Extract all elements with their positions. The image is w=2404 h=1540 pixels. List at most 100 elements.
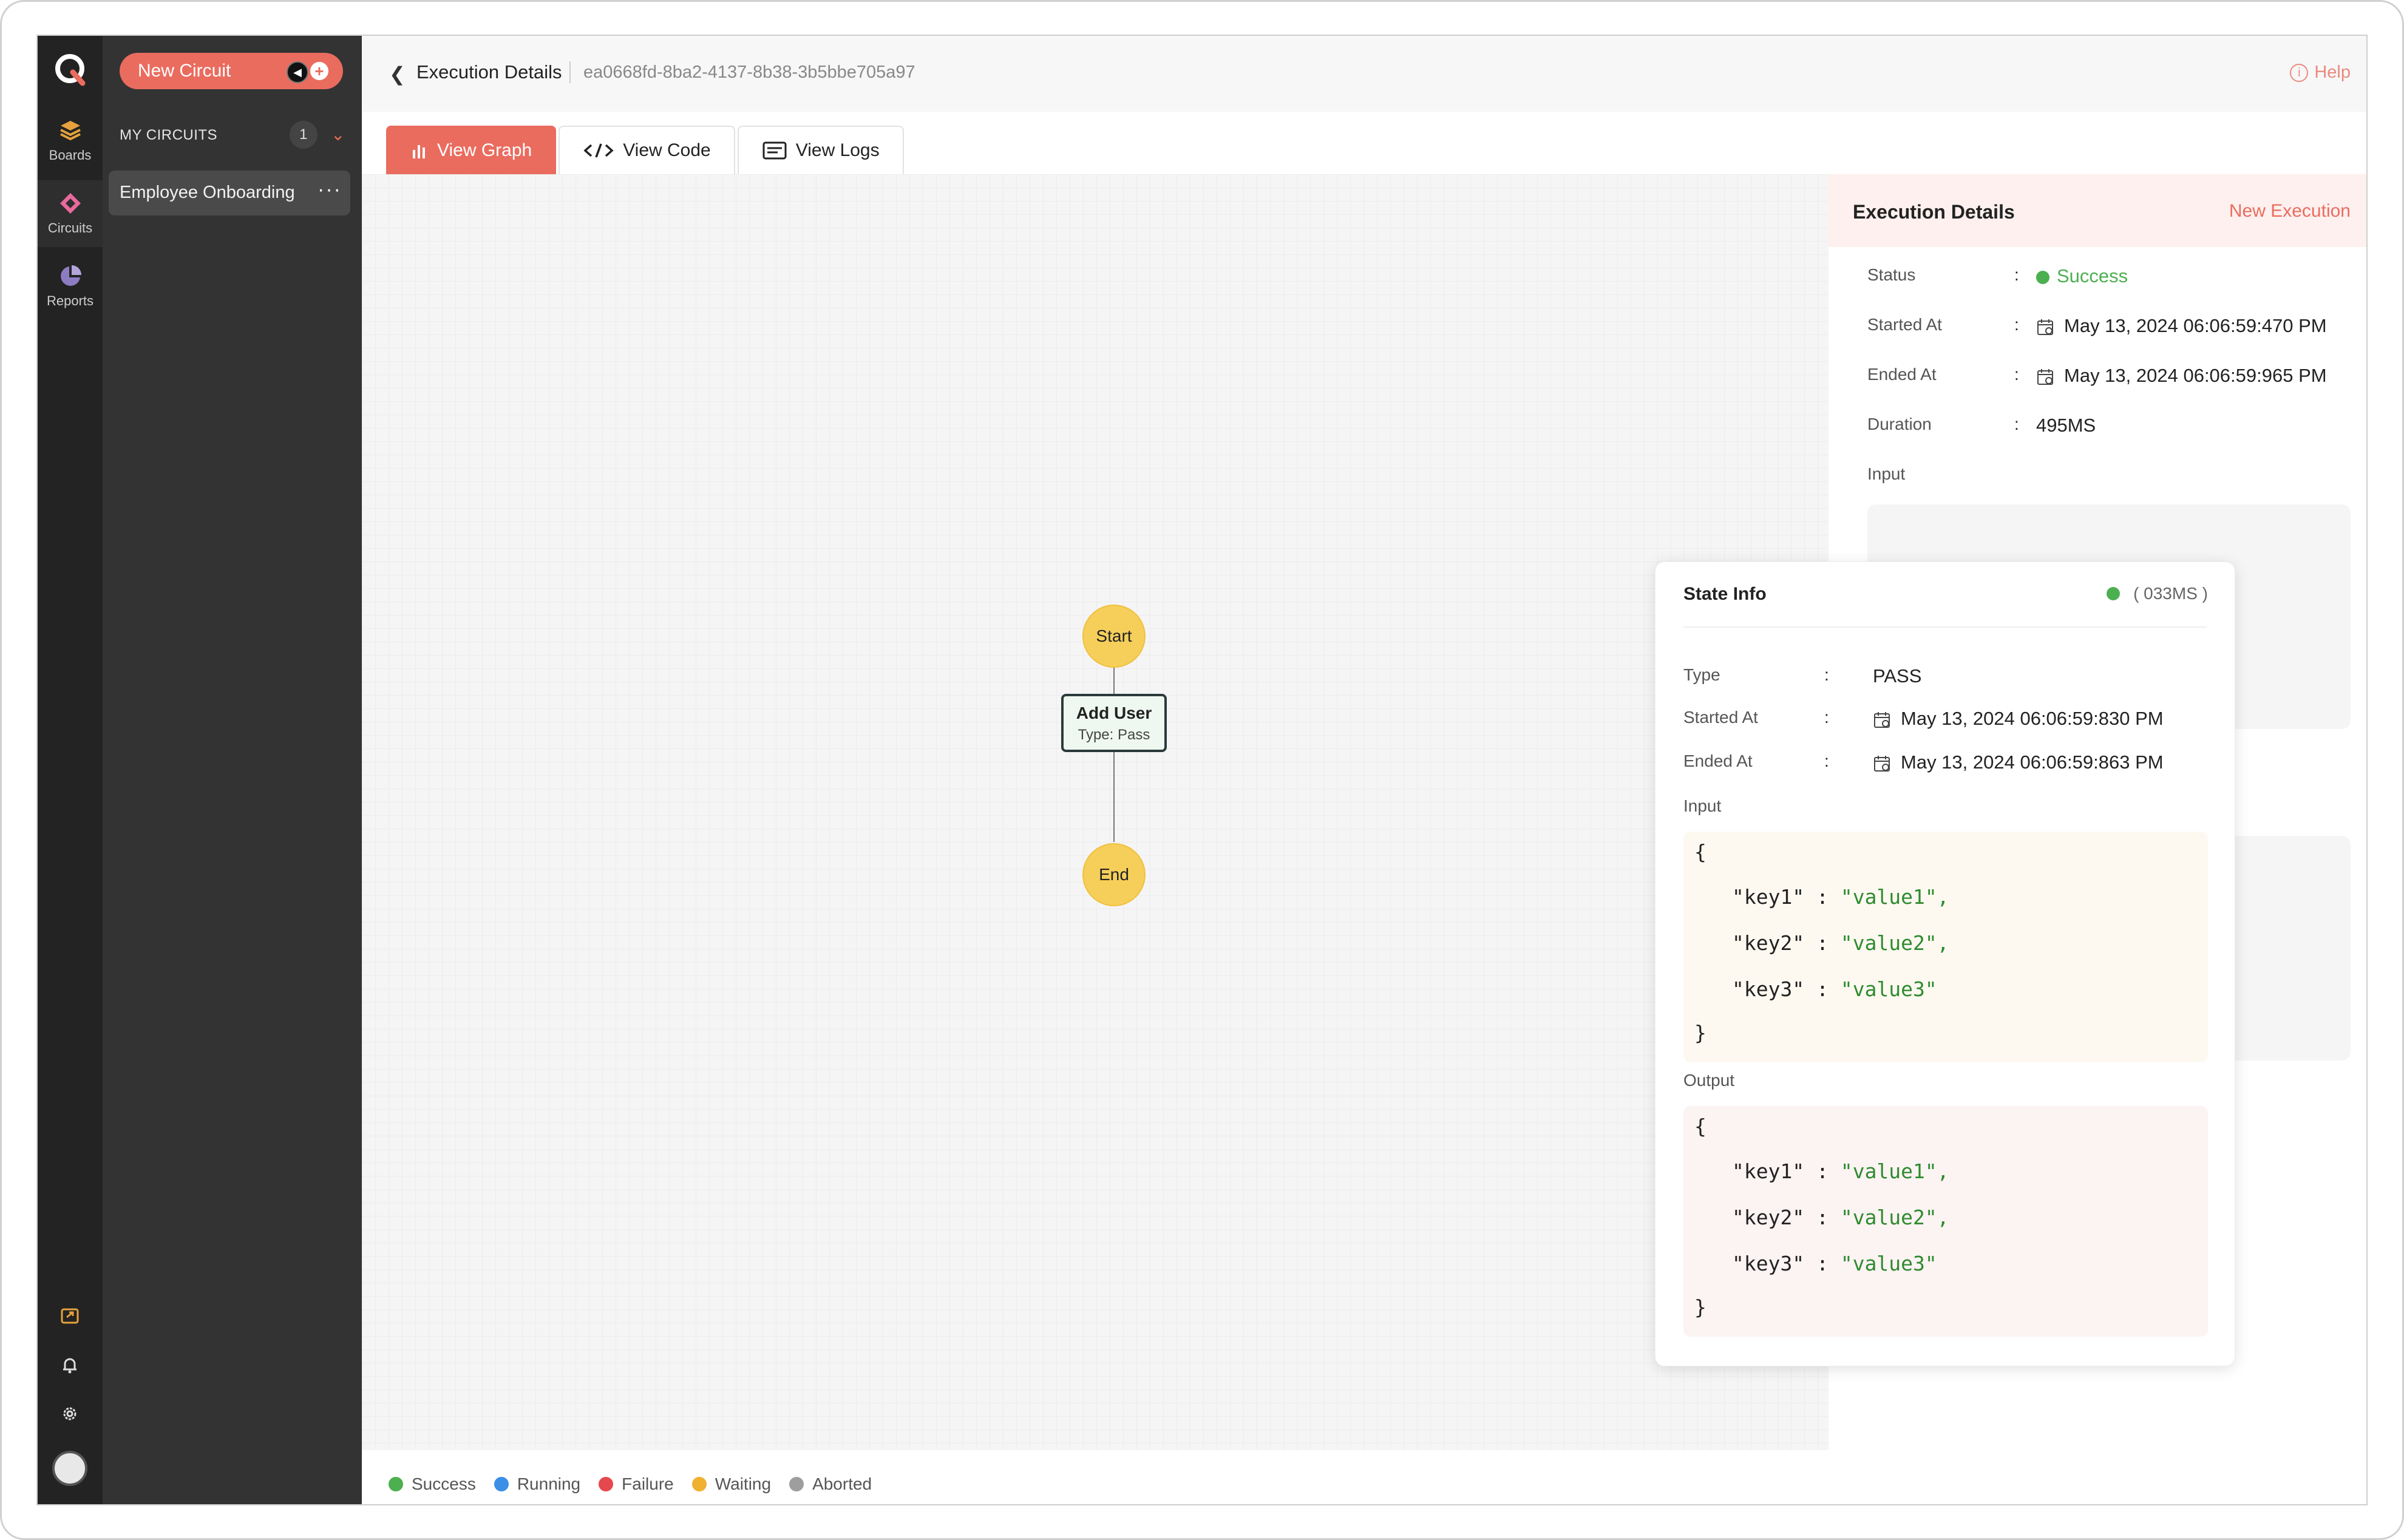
diamond-icon [59, 193, 81, 214]
chevron-down-icon[interactable]: ⌄ [331, 124, 345, 144]
status-legend: Success Running Failure Waiting Aborted [389, 1474, 872, 1494]
feedback-icon[interactable] [58, 1304, 82, 1329]
calendar-icon [1874, 755, 1890, 772]
state-started-row: Started At : May 13, 2024 06:06:59:830 P… [1683, 708, 2164, 729]
state-info-title: State Info [1683, 584, 1767, 604]
json-line: "key1" : "value1", [1732, 885, 1949, 909]
exec-input-label: Input [1867, 464, 1906, 483]
execution-id: ea0668fd-8ba2-4137-8b38-3b5bbe705a97 [583, 63, 915, 82]
graph-edge-adduser-end [1113, 752, 1115, 842]
tab-view-code[interactable]: View Code [559, 126, 735, 174]
plus-icon: + [310, 62, 328, 80]
state-input-label: Input [1683, 796, 1722, 815]
calendar-icon [2037, 368, 2053, 385]
bell-icon[interactable] [58, 1353, 82, 1377]
circuits-panel: New Circuit + MY CIRCUITS 1 ⌄ Employee O… [103, 36, 362, 1504]
exec-started-text: May 13, 2024 06:06:59:470 PM [2064, 315, 2327, 336]
code-icon [583, 143, 614, 158]
state-type-label: Type [1683, 665, 1720, 684]
info-icon: i [2290, 63, 2309, 82]
exec-ended-label: Ended At [1867, 365, 1937, 384]
new-circuit-label: New Circuit [138, 61, 231, 81]
json-line: "key3" : "value3" [1732, 1252, 1937, 1275]
graph-node-end-label: End [1099, 865, 1129, 884]
breadcrumb-divider [569, 61, 571, 83]
state-ended-text: May 13, 2024 06:06:59:863 PM [1901, 751, 2164, 773]
graph-node-add-user-type: Type: Pass [1078, 727, 1150, 743]
state-output-json: { "key1" : "value1", "key2" : "value2", … [1683, 1106, 2208, 1337]
exec-started-value: May 13, 2024 06:06:59:470 PM [2036, 315, 2327, 337]
state-input-json: { "key1" : "value1", "key2" : "value2", … [1683, 832, 2208, 1062]
graph-node-add-user[interactable]: Add User Type: Pass [1061, 694, 1167, 752]
nav-boards-label: Boards [49, 148, 92, 163]
exec-status-label: Status [1867, 265, 1916, 284]
new-circuit-button[interactable]: New Circuit + [120, 53, 343, 89]
calendar-icon [1874, 711, 1890, 728]
back-arrow-icon[interactable]: ❮ [389, 63, 406, 86]
legend-aborted: Aborted [789, 1474, 872, 1494]
gear-icon[interactable] [58, 1402, 82, 1426]
state-type-value: PASS [1873, 665, 1922, 687]
json-line: "key1" : "value1", [1732, 1159, 1949, 1183]
avatar[interactable] [52, 1451, 87, 1486]
state-started-text: May 13, 2024 06:06:59:830 PM [1901, 708, 2164, 729]
tab-view-code-label: View Code [623, 140, 711, 160]
nav-circuits-label: Circuits [47, 220, 93, 236]
state-info-popup: State Info ( 033MS ) Type : PASS Started… [1655, 561, 2235, 1366]
help-label: Help [2314, 63, 2351, 82]
nav-boards[interactable]: Boards [38, 107, 103, 174]
execution-details-title: Execution Details [1853, 201, 2015, 223]
app-window: Boards Circuits Reports New Circuit + MY… [36, 35, 2368, 1505]
my-circuits-header[interactable]: MY CIRCUITS 1 ⌄ [120, 121, 345, 149]
graph-node-add-user-label: Add User [1076, 704, 1152, 722]
more-options-icon[interactable]: ··· [317, 178, 342, 202]
nav-reports[interactable]: Reports [38, 253, 103, 320]
exec-duration-label: Duration [1867, 415, 1932, 433]
legend-waiting: Waiting [691, 1474, 771, 1494]
state-output-label: Output [1683, 1071, 1735, 1090]
exec-status-row: Status : Success [1867, 265, 2128, 287]
state-divider [1683, 626, 2207, 628]
status-dot-icon [2107, 587, 2120, 600]
state-ended-label: Ended At [1683, 751, 1753, 770]
exec-duration-value: 495MS [2036, 415, 2096, 436]
state-duration-text: ( 033MS ) [2133, 584, 2208, 603]
exec-status-text: Success [2057, 265, 2128, 287]
circuit-item-label: Employee Onboarding [120, 183, 295, 202]
view-tabs: View Graph View Code View Logs [386, 126, 906, 174]
calendar-icon [2037, 319, 2053, 335]
json-line: "key2" : "value2", [1732, 1206, 1949, 1229]
legend-aborted-label: Aborted [812, 1474, 872, 1493]
legend-failure-label: Failure [622, 1474, 674, 1493]
legend-running-label: Running [517, 1474, 581, 1493]
graph-node-start[interactable]: Start [1082, 605, 1146, 668]
logs-icon [762, 141, 787, 160]
state-duration: ( 033MS ) [2107, 584, 2208, 603]
status-dot-icon [2036, 270, 2049, 284]
circuit-item-employee-onboarding[interactable]: Employee Onboarding ··· [109, 171, 350, 215]
state-type-row: Type : PASS [1683, 665, 1922, 687]
tab-view-graph[interactable]: View Graph [386, 126, 557, 174]
graph-node-start-label: Start [1096, 626, 1132, 645]
exec-started-row: Started At : May 13, 2024 06:06:59:470 P… [1867, 315, 2327, 336]
legend-success: Success [389, 1474, 476, 1494]
exec-ended-value: May 13, 2024 06:06:59:965 PM [2036, 365, 2327, 387]
icon-rail: Boards Circuits Reports [38, 36, 103, 1504]
pie-chart-icon [60, 265, 81, 286]
exec-ended-text: May 13, 2024 06:06:59:965 PM [2064, 365, 2327, 386]
state-started-value: May 13, 2024 06:06:59:830 PM [1873, 708, 2164, 730]
layers-icon [59, 121, 81, 141]
exec-ended-row: Ended At : May 13, 2024 06:06:59:965 PM [1867, 365, 2327, 386]
help-link[interactable]: i Help [2290, 63, 2351, 83]
page-title: Execution Details [416, 61, 562, 83]
q-logo-icon[interactable] [51, 50, 89, 88]
state-ended-value: May 13, 2024 06:06:59:863 PM [1873, 751, 2164, 773]
top-bar: ❮ Execution Details ea0668fd-8ba2-4137-8… [362, 36, 2366, 112]
state-ended-row: Ended At : May 13, 2024 06:06:59:863 PM [1683, 751, 2164, 773]
state-started-label: Started At [1683, 708, 1758, 727]
nav-circuits[interactable]: Circuits [38, 180, 103, 247]
tab-view-logs[interactable]: View Logs [737, 126, 904, 174]
new-execution-button[interactable]: New Execution [2229, 201, 2351, 222]
collapse-sidebar-button[interactable]: ◀ [287, 61, 308, 83]
graph-node-end[interactable]: End [1082, 843, 1146, 906]
